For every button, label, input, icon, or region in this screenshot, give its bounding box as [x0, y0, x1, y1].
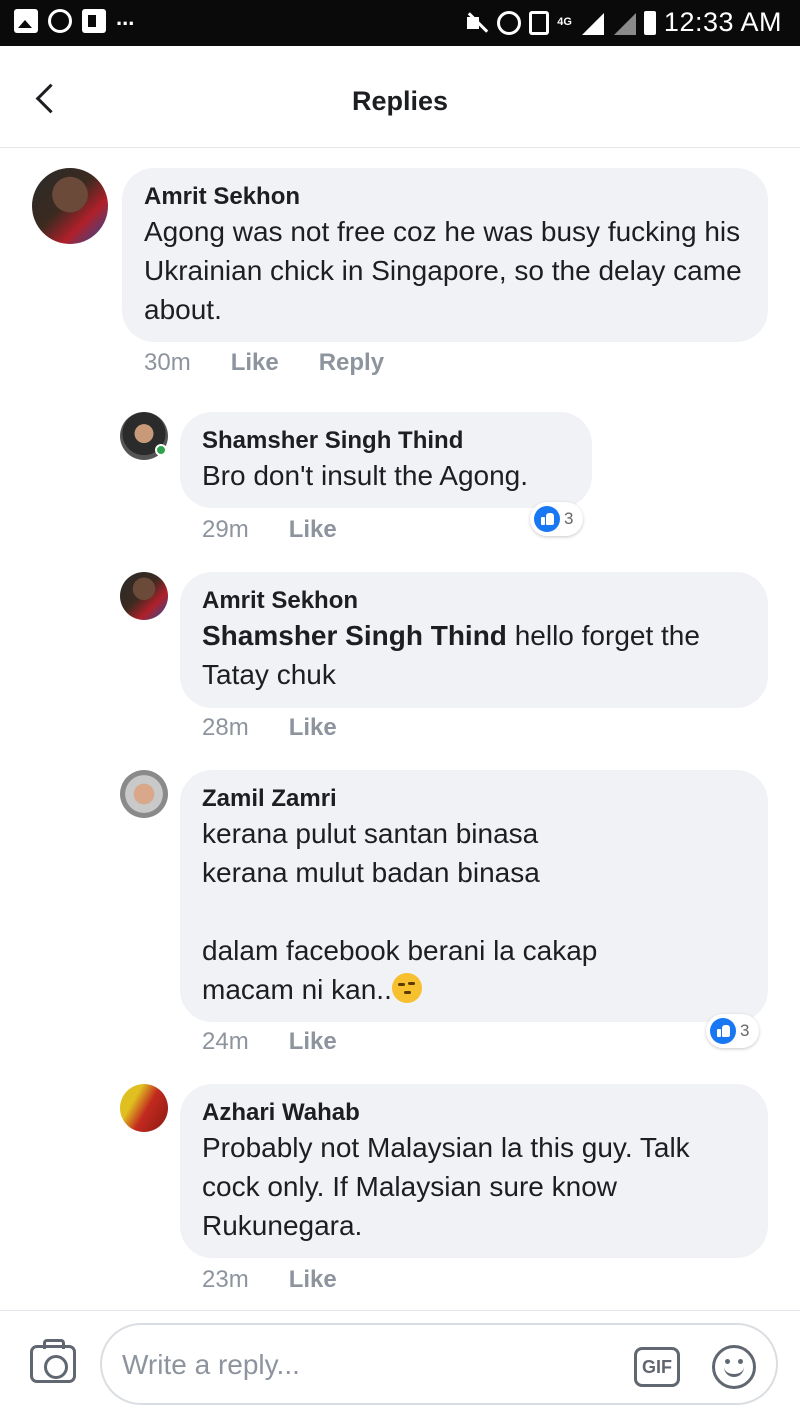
gif-button[interactable]: GIF [634, 1347, 680, 1387]
comment-bubble: Zamil Zamri kerana pulut santan binasa k… [180, 770, 768, 1022]
comment-bubble: Azhari Wahab Probably not Malaysian la t… [180, 1084, 768, 1258]
reply-input[interactable] [122, 1341, 602, 1389]
comment-text: Probably not Malaysian la this guy. Talk… [202, 1132, 690, 1241]
status-bar: ... 4G 12:33 AM [0, 0, 800, 46]
comment-meta: 30m Like Reply [144, 349, 384, 377]
more-notifications: ... [116, 5, 135, 30]
comment-author[interactable]: Zamil Zamri [202, 784, 746, 814]
system-icons: 4G 12:33 AM [465, 7, 782, 38]
alarm-icon [497, 10, 522, 35]
flipboard-icon [82, 9, 106, 33]
online-indicator [155, 444, 167, 456]
header: Replies [0, 46, 800, 148]
like-button[interactable]: Like [231, 349, 279, 377]
comment-author[interactable]: Amrit Sekhon [202, 586, 746, 616]
signal-secondary-icon [612, 11, 636, 35]
data-saver-icon [529, 10, 550, 35]
clock: 12:33 AM [663, 7, 782, 37]
like-icon [534, 506, 560, 532]
like-button[interactable]: Like [289, 1266, 337, 1294]
reaction-count[interactable]: 3 [706, 1014, 760, 1048]
comment-time: 30m [144, 349, 191, 376]
comment-text: Shamsher Singh Thind hello forget the Ta… [202, 616, 746, 694]
comment-bubble: Shamsher Singh Thind Bro don't insult th… [180, 412, 592, 508]
reply-composer: GIF [0, 1310, 800, 1422]
comment-bubble: Amrit Sekhon Agong was not free coz he w… [122, 168, 768, 342]
like-button[interactable]: Like [289, 1028, 337, 1056]
comment-text: kerana pulut santan binasa kerana mulut … [202, 814, 746, 1009]
like-icon [710, 1018, 736, 1044]
comment-author[interactable]: Shamsher Singh Thind [202, 426, 570, 456]
notification-icons: ... [14, 5, 134, 33]
comment-time: 24m [202, 1028, 249, 1055]
avatar[interactable] [120, 572, 168, 620]
smirk-emoji-icon [391, 973, 422, 1003]
gallery-icon [14, 9, 38, 33]
page-title: Replies [351, 86, 449, 116]
comment-author[interactable]: Azhari Wahab [202, 1098, 746, 1128]
network-type: 4G [557, 16, 572, 28]
reply-box: GIF [100, 1323, 778, 1405]
comment-time: 28m [202, 714, 249, 741]
comment-meta: 24m Like [202, 1028, 337, 1056]
comment-text: Bro don't insult the Agong. [202, 460, 529, 491]
battery-icon [643, 10, 656, 35]
comment-author[interactable]: Amrit Sekhon [144, 182, 746, 212]
like-button[interactable]: Like [289, 714, 337, 742]
reaction-number: 3 [740, 1021, 750, 1040]
comment-time: 23m [202, 1266, 249, 1293]
like-button[interactable]: Like [289, 516, 337, 544]
camera-icon[interactable] [30, 1339, 76, 1383]
comment-meta: 29m Like [202, 516, 337, 544]
reaction-count[interactable]: 3 [530, 502, 584, 536]
signal-icon [580, 11, 604, 35]
comment-meta: 23m Like [202, 1266, 337, 1294]
comment-bubble: Amrit Sekhon Shamsher Singh Thind hello … [180, 572, 768, 708]
comment-text: Agong was not free coz he was busy fucki… [144, 216, 742, 325]
reply-button[interactable]: Reply [319, 349, 384, 377]
comment-time: 29m [202, 516, 249, 543]
emoji-icon[interactable] [712, 1345, 756, 1389]
avatar[interactable] [120, 1084, 168, 1132]
avatar[interactable] [120, 770, 168, 818]
comment-meta: 28m Like [202, 714, 337, 742]
avatar[interactable] [32, 168, 108, 244]
mention-link[interactable]: Shamsher Singh Thind [202, 620, 507, 651]
reaction-number: 3 [564, 509, 574, 528]
whatsapp-icon [48, 9, 72, 33]
mute-icon [465, 11, 489, 35]
